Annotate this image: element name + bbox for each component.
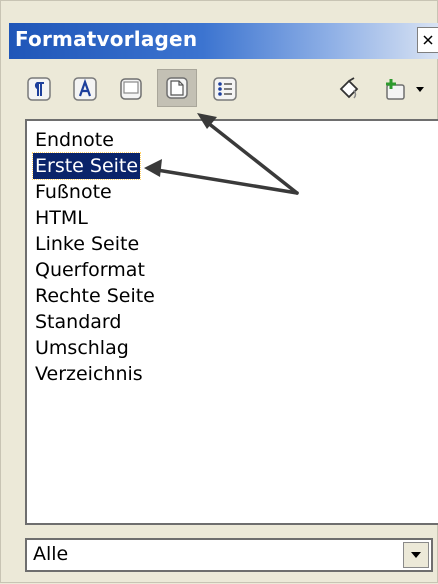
style-item-querformat[interactable]: Querformat xyxy=(33,257,147,283)
paragraph-styles-icon xyxy=(27,77,51,101)
style-filter-dropdown-button[interactable] xyxy=(403,542,429,568)
style-item-fussnote[interactable]: Fußnote xyxy=(33,179,114,205)
paragraph-styles-button[interactable] xyxy=(21,73,57,105)
styles-list[interactable]: Endnote Erste Seite Fußnote HTML Linke S… xyxy=(25,119,438,525)
character-styles-icon xyxy=(73,77,97,101)
character-styles-button[interactable] xyxy=(67,73,103,105)
style-item-html[interactable]: HTML xyxy=(33,205,90,231)
dropdown-arrow-icon xyxy=(416,87,424,92)
chevron-down-icon xyxy=(411,552,421,558)
close-button[interactable] xyxy=(417,27,438,53)
fill-format-mode-icon xyxy=(339,77,359,99)
panel-title: Formatvorlagen xyxy=(15,27,198,51)
page-styles-icon xyxy=(166,77,188,99)
page-styles-button[interactable] xyxy=(157,69,197,107)
list-styles-button[interactable] xyxy=(207,73,243,105)
style-toolbar xyxy=(9,63,438,113)
style-item-umschlag[interactable]: Umschlag xyxy=(33,335,131,361)
style-options-dropdown[interactable] xyxy=(409,73,431,105)
frame-styles-icon xyxy=(120,78,142,100)
new-style-from-selection-icon xyxy=(386,79,405,100)
title-bar: Formatvorlagen xyxy=(9,23,438,59)
style-item-endnote[interactable]: Endnote xyxy=(33,127,116,153)
style-filter-select[interactable]: Alle xyxy=(25,538,433,572)
style-item-standard[interactable]: Standard xyxy=(33,309,123,335)
style-item-verzeichnis[interactable]: Verzeichnis xyxy=(33,361,145,387)
stylist-window: Formatvorlagen Endnote Erste Seite Fußno… xyxy=(0,0,438,583)
close-icon xyxy=(423,35,433,45)
style-item-linke-seite[interactable]: Linke Seite xyxy=(33,231,141,257)
frame-styles-button[interactable] xyxy=(113,73,149,105)
style-filter-value: Alle xyxy=(33,543,69,565)
style-item-rechte-seite[interactable]: Rechte Seite xyxy=(33,283,157,309)
new-style-from-selection-button[interactable] xyxy=(377,73,413,105)
style-item-erste-seite[interactable]: Erste Seite xyxy=(31,152,142,180)
list-styles-icon xyxy=(213,77,237,101)
fill-format-mode-button[interactable] xyxy=(331,73,367,105)
